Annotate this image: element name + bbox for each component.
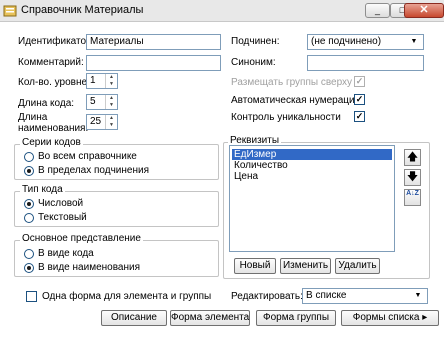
sort-button[interactable]: A↓Z	[404, 189, 421, 206]
series-all-radio[interactable]	[24, 152, 34, 162]
spin-up-icon[interactable]: ▲	[106, 95, 117, 102]
identifier-field[interactable]: Материалы	[86, 34, 221, 50]
edit-mode-dropdown[interactable]: В списке ▼	[302, 288, 428, 304]
series-all-label: Во всем справочнике	[38, 151, 137, 162]
catalog-app-icon	[3, 5, 17, 17]
minimize-icon: _	[374, 5, 380, 15]
type-numeric-radio[interactable]	[24, 199, 34, 209]
close-icon: ✕	[419, 4, 429, 16]
levels-spin-buttons[interactable]: ▲ ▼	[105, 74, 117, 88]
move-down-button[interactable]: 🡇	[404, 169, 421, 186]
delete-attribute-button[interactable]: Удалить	[335, 258, 380, 274]
name-length-spinner[interactable]: 25 ▲ ▼	[86, 114, 118, 130]
one-form-checkbox[interactable]	[26, 291, 37, 302]
representation-title: Основное представление	[20, 233, 143, 245]
auto-number-checkbox[interactable]: ✓	[354, 94, 365, 105]
edit-mode-value: В списке	[306, 290, 347, 301]
code-type-title: Тип кода	[20, 184, 65, 196]
minimize-button[interactable]: _	[365, 3, 390, 18]
groups-on-top-checkbox[interactable]: ✓	[354, 76, 365, 87]
uniqueness-label: Контроль уникальности	[231, 112, 341, 123]
arrow-up-icon: 🡅	[406, 151, 419, 163]
title-bar: Справочник Материалы _ □ ✕	[0, 0, 444, 22]
spin-up-icon[interactable]: ▲	[106, 115, 117, 122]
rep-name-label: В виде наименования	[38, 262, 140, 273]
code-series-title: Серии кодов	[20, 137, 83, 149]
submenu-arrow-icon: ▸	[422, 312, 428, 323]
name-length-label-line2: наименования:	[18, 123, 89, 134]
series-subordinate-label: В пределах подчинения	[38, 165, 150, 176]
levels-spinner[interactable]: 1 ▲ ▼	[86, 73, 118, 89]
levels-label: Кол-во. уровней:	[18, 77, 96, 88]
sort-az-icon: A↓Z	[406, 190, 419, 197]
group-form-button[interactable]: Форма группы	[256, 310, 336, 326]
attribute-item[interactable]: ЕдИзмер	[232, 149, 392, 160]
list-forms-button[interactable]: Формы списка ▸	[341, 310, 439, 326]
chevron-down-icon: ▼	[410, 38, 418, 45]
edit-mode-label: Редактировать:	[231, 291, 303, 302]
arrow-down-icon: 🡇	[406, 171, 419, 183]
type-numeric-label: Числовой	[38, 198, 84, 209]
auto-number-label: Автоматическая нумерация	[231, 95, 360, 106]
comment-label: Комментарий:	[18, 57, 84, 68]
description-button[interactable]: Описание	[101, 310, 167, 326]
attribute-item[interactable]: Количество	[232, 160, 392, 171]
spin-down-icon[interactable]: ▼	[106, 122, 117, 129]
rep-code-radio[interactable]	[24, 249, 34, 259]
type-text-label: Текстовый	[38, 212, 87, 223]
subordinate-dropdown[interactable]: (не подчинено) ▼	[307, 34, 424, 50]
code-length-value: 5	[90, 96, 96, 107]
levels-value: 1	[90, 75, 96, 86]
new-attribute-button[interactable]: Новый	[234, 258, 276, 274]
list-forms-label: Формы списка	[352, 312, 420, 323]
identifier-label: Идентификатор:	[18, 36, 95, 47]
groups-on-top-label: Размещать группы сверху	[231, 77, 353, 88]
synonym-label: Синоним:	[231, 57, 276, 68]
code-length-spin-buttons[interactable]: ▲ ▼	[105, 95, 117, 109]
element-form-button[interactable]: Форма элемента	[170, 310, 250, 326]
chevron-down-icon: ▼	[414, 292, 422, 299]
close-button[interactable]: ✕	[404, 3, 444, 18]
rep-name-radio[interactable]	[24, 263, 34, 273]
subordinate-value: (не подчинено)	[311, 36, 382, 47]
type-text-radio[interactable]	[24, 213, 34, 223]
move-up-button[interactable]: 🡅	[404, 149, 421, 166]
attribute-item[interactable]: Цена	[232, 171, 392, 182]
subordinate-label: Подчинен:	[231, 36, 280, 47]
spin-up-icon[interactable]: ▲	[106, 74, 117, 81]
rep-code-label: В виде кода	[38, 248, 94, 259]
window-title: Справочник Материалы	[21, 4, 144, 16]
spin-down-icon[interactable]: ▼	[106, 102, 117, 109]
comment-field[interactable]	[86, 55, 221, 71]
catalog-dialog: Справочник Материалы _ □ ✕ Идентификатор…	[0, 0, 444, 340]
name-length-value: 25	[90, 116, 102, 127]
attributes-list[interactable]: ЕдИзмер Количество Цена	[229, 145, 395, 252]
spin-down-icon[interactable]: ▼	[106, 81, 117, 88]
uniqueness-checkbox[interactable]: ✓	[354, 111, 365, 122]
code-length-label: Длина кода:	[18, 98, 75, 109]
name-length-spin-buttons[interactable]: ▲ ▼	[105, 115, 117, 129]
synonym-field[interactable]	[307, 55, 424, 71]
code-length-spinner[interactable]: 5 ▲ ▼	[86, 94, 118, 110]
one-form-label: Одна форма для элемента и группы	[42, 291, 212, 302]
series-subordinate-radio[interactable]	[24, 166, 34, 176]
edit-attribute-button[interactable]: Изменить	[280, 258, 331, 274]
